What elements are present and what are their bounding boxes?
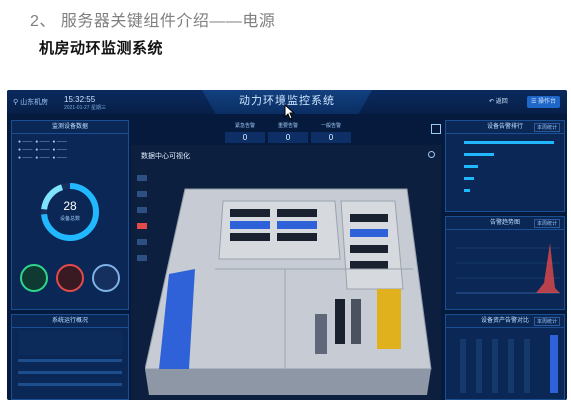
monitoring-screenshot: ⚲ 山东机房 15:32:55 2021-01-27 星期三 动力环境监控系统 … xyxy=(7,90,567,400)
location-label[interactable]: ⚲ 山东机房 xyxy=(13,97,48,107)
ops-button[interactable]: ☰ 操作台 xyxy=(527,96,561,108)
stat-urgent: 紧急告警 0 xyxy=(225,122,265,143)
mouse-cursor-icon xyxy=(284,104,296,120)
stat-general: 一般告警 0 xyxy=(311,122,351,143)
stat-important: 重要告警 0 xyxy=(268,122,308,143)
trend-filter[interactable]: 本周统计 xyxy=(533,219,560,228)
settings-icon[interactable] xyxy=(428,151,435,158)
datacenter-3d-model xyxy=(145,188,432,395)
slide-subtitle: 机房动环监测系统 xyxy=(39,40,164,57)
left-bottom-title: 系统运行概况 xyxy=(12,315,128,328)
left-device-panel: 监测设备数据 ● —— ● —— ● —— ● —— ● —— ● —— ● —… xyxy=(11,120,129,310)
rank-filter[interactable]: 本周统计 xyxy=(533,123,560,132)
left-run-panel: 系统运行概况 xyxy=(11,314,129,400)
clock-date: 2021-01-27 星期三 xyxy=(64,105,106,111)
datacenter-title: 数据中心可视化 xyxy=(141,153,190,160)
slide-title: 2、 服务器关键组件介绍——电源 xyxy=(30,13,276,30)
asset-filter[interactable]: 本周统计 xyxy=(533,317,560,326)
right-trend-panel: 告警趋势图 本周统计 xyxy=(445,216,565,310)
datacenter-view[interactable]: 数据中心可视化 xyxy=(131,145,441,400)
device-count: 28 xyxy=(63,199,77,213)
back-button[interactable]: ↶ 返回 xyxy=(489,96,508,108)
right-asset-panel: 设备资产告警对比 本周统计 xyxy=(445,314,565,400)
trend-chart xyxy=(456,243,560,294)
left-panel-title: 监测设备数据 xyxy=(12,121,128,134)
status-circles xyxy=(20,264,120,292)
right-alarm-rank-panel: 设备告警排行 本周统计 xyxy=(445,120,565,212)
fullscreen-icon[interactable] xyxy=(431,124,441,134)
device-count-label: 设备总数 xyxy=(59,216,80,222)
clock-time: 15:32:55 xyxy=(64,95,96,104)
